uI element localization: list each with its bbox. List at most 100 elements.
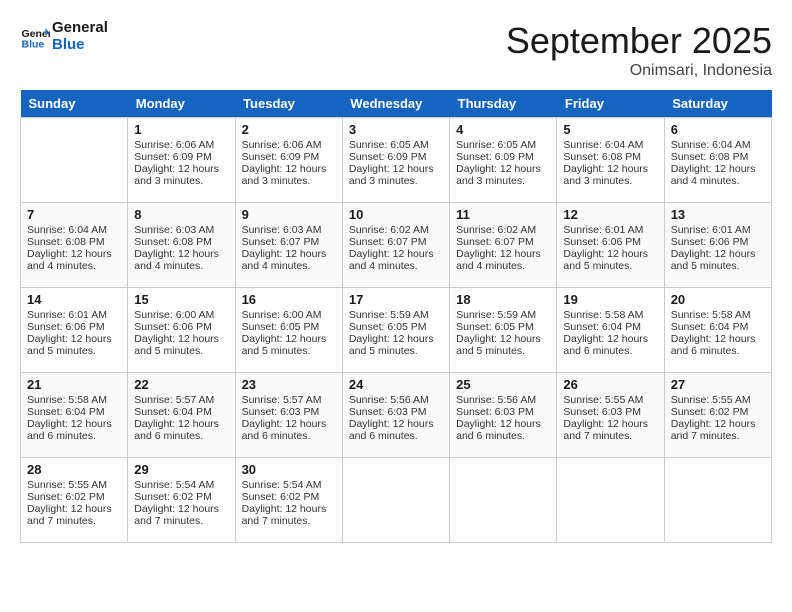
- day-info: and 4 minutes.: [671, 175, 765, 187]
- day-info: Sunset: 6:04 PM: [134, 406, 228, 418]
- day-info: and 6 minutes.: [27, 430, 121, 442]
- calendar-cell: 21Sunrise: 5:58 AMSunset: 6:04 PMDayligh…: [21, 373, 128, 458]
- day-info: Daylight: 12 hours: [27, 503, 121, 515]
- day-info: Sunrise: 5:57 AM: [134, 394, 228, 406]
- weekday-header-sunday: Sunday: [21, 90, 128, 118]
- day-info: Sunrise: 6:01 AM: [563, 224, 657, 236]
- day-number: 9: [242, 207, 336, 222]
- day-info: and 3 minutes.: [349, 175, 443, 187]
- day-info: Sunset: 6:03 PM: [456, 406, 550, 418]
- day-info: Daylight: 12 hours: [349, 163, 443, 175]
- day-number: 12: [563, 207, 657, 222]
- page-header: General Blue General Blue September 2025…: [20, 20, 772, 80]
- day-number: 19: [563, 292, 657, 307]
- day-info: Sunrise: 5:54 AM: [242, 479, 336, 491]
- day-number: 30: [242, 462, 336, 477]
- day-info: and 6 minutes.: [563, 345, 657, 357]
- day-info: Daylight: 12 hours: [563, 248, 657, 260]
- day-info: Daylight: 12 hours: [456, 163, 550, 175]
- calendar-cell: 7Sunrise: 6:04 AMSunset: 6:08 PMDaylight…: [21, 203, 128, 288]
- day-number: 5: [563, 122, 657, 137]
- day-info: Sunset: 6:06 PM: [134, 321, 228, 333]
- day-info: and 4 minutes.: [27, 260, 121, 272]
- calendar-cell: 6 Sunrise: 6:04 AMSunset: 6:08 PMDaylight…: [664, 118, 771, 203]
- day-info: Sunrise: 5:57 AM: [242, 394, 336, 406]
- weekday-header-tuesday: Tuesday: [235, 90, 342, 118]
- calendar-cell: 27Sunrise: 5:55 AMSunset: 6:02 PMDayligh…: [664, 373, 771, 458]
- day-number: 11: [456, 207, 550, 222]
- day-info: Sunrise: 6:04 AM: [671, 139, 765, 151]
- day-number: 20: [671, 292, 765, 307]
- calendar-cell: 22Sunrise: 5:57 AMSunset: 6:04 PMDayligh…: [128, 373, 235, 458]
- day-info: Sunset: 6:08 PM: [671, 151, 765, 163]
- day-info: Sunset: 6:05 PM: [456, 321, 550, 333]
- day-info: Sunset: 6:09 PM: [349, 151, 443, 163]
- day-info: Sunset: 6:08 PM: [563, 151, 657, 163]
- day-info: Sunset: 6:02 PM: [671, 406, 765, 418]
- day-info: and 3 minutes.: [242, 175, 336, 187]
- day-info: Daylight: 12 hours: [671, 418, 765, 430]
- calendar-cell: 26Sunrise: 5:55 AMSunset: 6:03 PMDayligh…: [557, 373, 664, 458]
- day-info: Sunset: 6:07 PM: [242, 236, 336, 248]
- day-info: Sunrise: 5:58 AM: [671, 309, 765, 321]
- calendar-cell: 29Sunrise: 5:54 AMSunset: 6:02 PMDayligh…: [128, 458, 235, 543]
- day-info: Sunrise: 5:59 AM: [349, 309, 443, 321]
- day-number: 26: [563, 377, 657, 392]
- day-info: Sunset: 6:02 PM: [242, 491, 336, 503]
- month-title: September 2025: [506, 20, 772, 62]
- day-number: 18: [456, 292, 550, 307]
- day-info: and 4 minutes.: [456, 260, 550, 272]
- day-info: Sunrise: 6:06 AM: [242, 139, 336, 151]
- day-info: Daylight: 12 hours: [349, 248, 443, 260]
- day-info: Daylight: 12 hours: [134, 248, 228, 260]
- day-info: Sunrise: 6:03 AM: [242, 224, 336, 236]
- calendar-week-row: 28Sunrise: 5:55 AMSunset: 6:02 PMDayligh…: [21, 458, 772, 543]
- day-info: Daylight: 12 hours: [671, 333, 765, 345]
- day-info: Daylight: 12 hours: [134, 503, 228, 515]
- day-info: Sunset: 6:08 PM: [134, 236, 228, 248]
- calendar-cell: [664, 458, 771, 543]
- logo-general: General: [52, 20, 108, 37]
- location: Onimsari, Indonesia: [506, 62, 772, 80]
- calendar-cell: 2Sunrise: 6:06 AMSunset: 6:09 PMDaylight…: [235, 118, 342, 203]
- day-info: Sunrise: 6:04 AM: [27, 224, 121, 236]
- day-info: and 6 minutes.: [349, 430, 443, 442]
- day-info: and 7 minutes.: [27, 515, 121, 527]
- day-info: Sunset: 6:04 PM: [671, 321, 765, 333]
- day-info: Sunrise: 6:01 AM: [671, 224, 765, 236]
- day-info: Daylight: 12 hours: [349, 418, 443, 430]
- calendar-cell: 1Sunrise: 6:06 AMSunset: 6:09 PMDaylight…: [128, 118, 235, 203]
- day-info: Sunrise: 5:56 AM: [456, 394, 550, 406]
- day-info: Sunset: 6:07 PM: [456, 236, 550, 248]
- calendar-cell: 28Sunrise: 5:55 AMSunset: 6:02 PMDayligh…: [21, 458, 128, 543]
- day-info: Daylight: 12 hours: [27, 333, 121, 345]
- calendar-cell: 30Sunrise: 5:54 AMSunset: 6:02 PMDayligh…: [235, 458, 342, 543]
- weekday-header-thursday: Thursday: [450, 90, 557, 118]
- calendar-week-row: 14Sunrise: 6:01 AMSunset: 6:06 PMDayligh…: [21, 288, 772, 373]
- day-info: Sunrise: 5:59 AM: [456, 309, 550, 321]
- day-info: Daylight: 12 hours: [671, 248, 765, 260]
- day-info: and 6 minutes.: [242, 430, 336, 442]
- calendar-cell: 13Sunrise: 6:01 AMSunset: 6:06 PMDayligh…: [664, 203, 771, 288]
- day-info: Sunset: 6:08 PM: [27, 236, 121, 248]
- day-info: Sunrise: 6:01 AM: [27, 309, 121, 321]
- svg-text:Blue: Blue: [22, 38, 45, 50]
- day-info: Sunset: 6:05 PM: [242, 321, 336, 333]
- day-number: 8: [134, 207, 228, 222]
- day-info: Sunset: 6:06 PM: [27, 321, 121, 333]
- calendar-cell: 3Sunrise: 6:05 AMSunset: 6:09 PMDaylight…: [342, 118, 449, 203]
- day-number: 24: [349, 377, 443, 392]
- day-info: Sunrise: 6:05 AM: [349, 139, 443, 151]
- calendar-cell: [557, 458, 664, 543]
- day-number: 6: [671, 122, 765, 137]
- day-info: and 4 minutes.: [134, 260, 228, 272]
- day-info: Sunrise: 6:02 AM: [456, 224, 550, 236]
- day-info: and 6 minutes.: [671, 345, 765, 357]
- day-info: Daylight: 12 hours: [456, 333, 550, 345]
- day-info: Sunrise: 5:55 AM: [671, 394, 765, 406]
- day-info: and 7 minutes.: [134, 515, 228, 527]
- day-number: 13: [671, 207, 765, 222]
- day-info: and 3 minutes.: [563, 175, 657, 187]
- day-info: Daylight: 12 hours: [671, 163, 765, 175]
- calendar-cell: 14Sunrise: 6:01 AMSunset: 6:06 PMDayligh…: [21, 288, 128, 373]
